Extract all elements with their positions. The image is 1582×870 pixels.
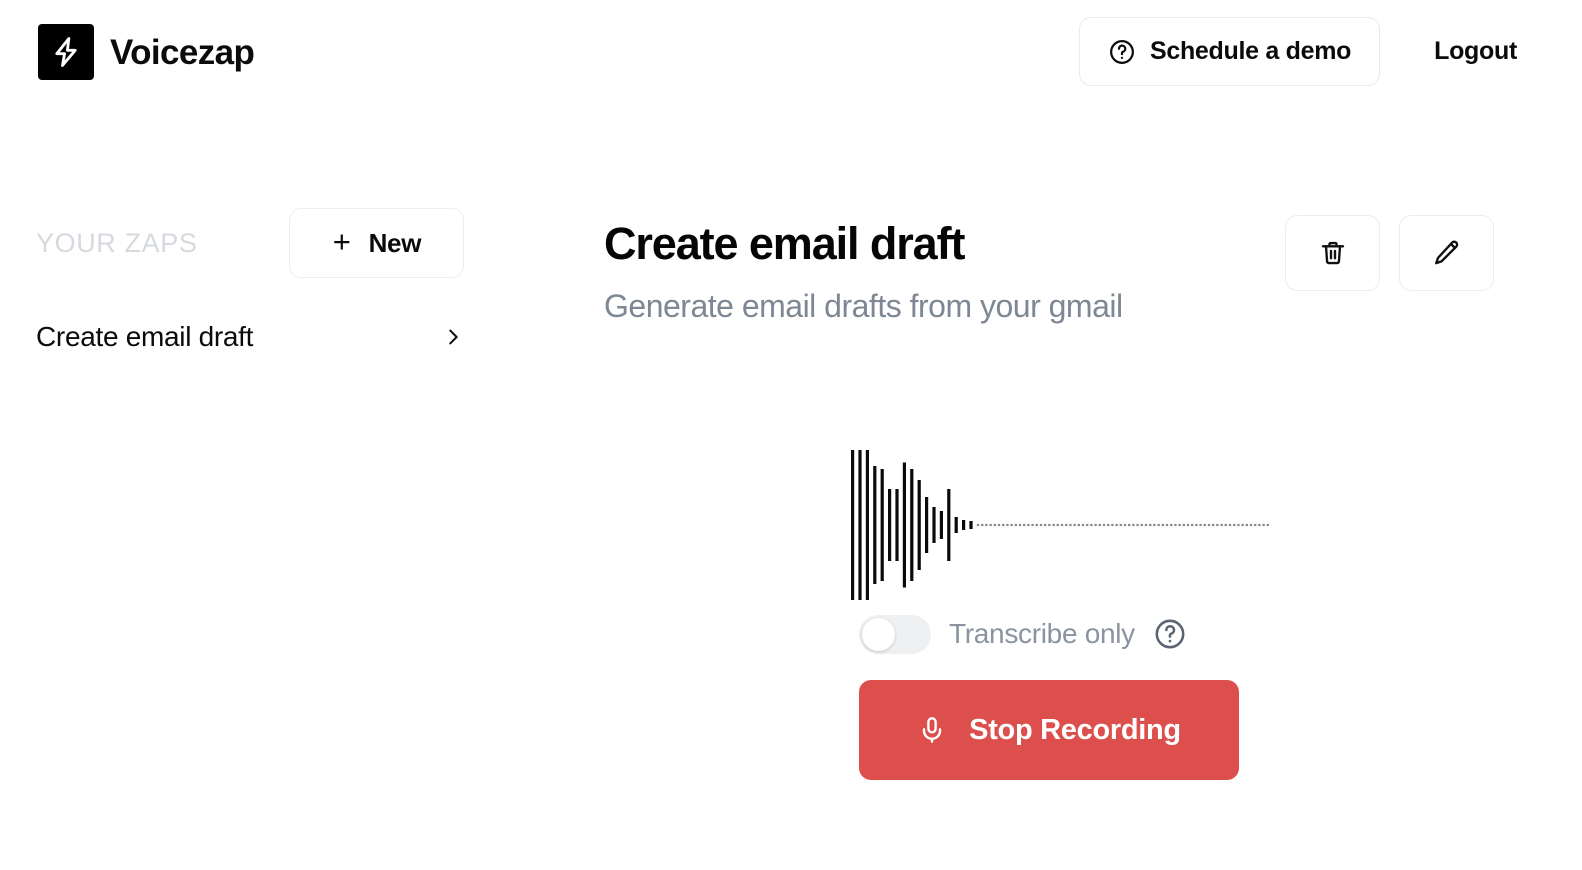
main-header: Create email draft Generate email drafts… bbox=[604, 205, 1504, 322]
delete-zap-button[interactable] bbox=[1285, 215, 1380, 291]
audio-waveform bbox=[849, 440, 1499, 610]
plus-icon: + bbox=[332, 224, 351, 259]
brand-name: Voicezap bbox=[110, 32, 255, 72]
chevron-right-icon bbox=[442, 326, 464, 348]
sidebar-section-label: YOUR ZAPS bbox=[36, 227, 198, 258]
transcribe-only-row: Transcribe only bbox=[859, 610, 1239, 658]
question-circle-icon[interactable] bbox=[1153, 617, 1187, 651]
sidebar: YOUR ZAPS + New Create email draft bbox=[0, 205, 530, 362]
main-actions bbox=[1285, 215, 1494, 291]
transcribe-only-toggle[interactable] bbox=[859, 614, 931, 654]
new-zap-button[interactable]: + New bbox=[289, 208, 465, 278]
new-zap-label: New bbox=[368, 227, 422, 258]
waveform-bars bbox=[851, 450, 1269, 600]
stop-recording-label: Stop Recording bbox=[969, 713, 1181, 746]
header-actions: Schedule a demo Logout bbox=[1078, 17, 1582, 86]
record-controls: Transcribe only Stop Recording bbox=[859, 610, 1239, 780]
logout-button[interactable]: Logout bbox=[1434, 37, 1517, 66]
list-item-label: Create email draft bbox=[36, 321, 254, 352]
question-circle-icon bbox=[1108, 38, 1136, 66]
toggle-knob bbox=[862, 617, 895, 651]
pencil-icon bbox=[1432, 238, 1462, 268]
brand: Voicezap bbox=[38, 24, 255, 80]
recorder-panel: Transcribe only Stop Recording bbox=[604, 440, 1504, 780]
transcribe-only-label: Transcribe only bbox=[949, 618, 1135, 649]
sidebar-header: YOUR ZAPS + New bbox=[0, 205, 530, 281]
microphone-icon bbox=[917, 715, 947, 745]
sidebar-item-create-email-draft[interactable]: Create email draft bbox=[0, 312, 500, 362]
stop-recording-button[interactable]: Stop Recording bbox=[859, 680, 1239, 780]
lightning-bolt-icon bbox=[38, 24, 94, 80]
main-panel: Create email draft Generate email drafts… bbox=[604, 205, 1504, 322]
zap-list: Create email draft bbox=[0, 312, 530, 362]
edit-zap-button[interactable] bbox=[1399, 215, 1494, 291]
schedule-demo-button[interactable]: Schedule a demo bbox=[1078, 17, 1381, 86]
schedule-demo-label: Schedule a demo bbox=[1149, 37, 1352, 65]
app-header: Voicezap Schedule a demo Logout bbox=[0, 0, 1582, 105]
trash-icon bbox=[1318, 238, 1348, 268]
